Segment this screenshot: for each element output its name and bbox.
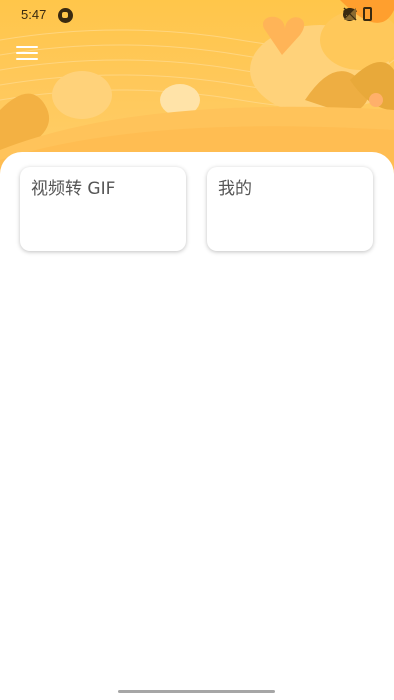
my-profile-card[interactable]: 我的	[207, 167, 373, 251]
signal-icon	[343, 7, 357, 21]
status-bar: 5:47	[0, 0, 394, 32]
battery-icon	[363, 7, 372, 21]
main-content: 视频转 GIF 我的	[0, 152, 394, 700]
home-indicator[interactable]	[118, 690, 275, 693]
card-label: 我的	[218, 179, 252, 199]
status-time: 5:47	[21, 7, 47, 22]
status-icons	[343, 7, 372, 21]
video-to-gif-card[interactable]: 视频转 GIF	[20, 167, 186, 251]
hamburger-menu-icon[interactable]	[14, 42, 40, 64]
notification-icon	[58, 8, 73, 23]
card-label: 视频转 GIF	[31, 179, 116, 199]
